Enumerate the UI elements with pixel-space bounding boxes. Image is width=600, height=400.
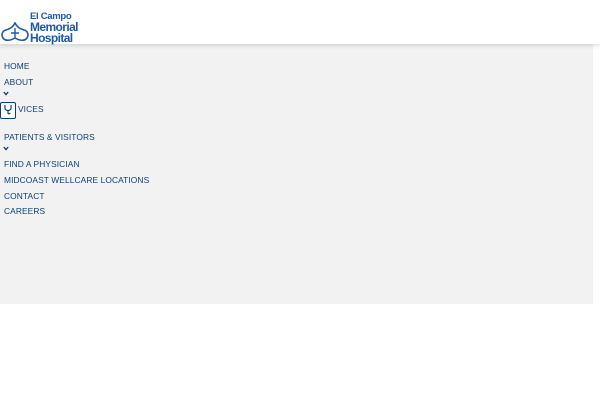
hospital-logo-icon <box>1 22 29 42</box>
page-edge <box>593 0 600 400</box>
nav-item-careers[interactable]: CAREERS <box>4 206 45 216</box>
chevron-down-icon[interactable] <box>3 146 9 151</box>
nav-item-services[interactable]: VICES <box>18 104 44 114</box>
hospital-logo[interactable]: El Campo Memorial Hospital <box>0 10 90 44</box>
nav-item-about[interactable]: ABOUT <box>4 77 33 87</box>
nav-item-midcoast-wellcare-locations[interactable]: MIDCOAST WELLCARE LOCATIONS <box>4 175 149 185</box>
stethoscope-icon[interactable] <box>0 102 16 119</box>
nav-item-contact[interactable]: CONTACT <box>4 191 45 201</box>
mobile-nav-menu: HOME ABOUT VICES PATIENTS & VISITORS FIN… <box>0 44 593 304</box>
logo-text-hospital: Hospital <box>30 31 73 45</box>
site-header: El Campo Memorial Hospital <box>0 0 600 44</box>
nav-item-home[interactable]: HOME <box>4 61 30 71</box>
nav-item-patients-visitors[interactable]: PATIENTS & VISITORS <box>4 132 95 142</box>
nav-item-find-a-physician[interactable]: FIND A PHYSICIAN <box>4 159 80 169</box>
chevron-down-icon[interactable] <box>3 91 9 96</box>
